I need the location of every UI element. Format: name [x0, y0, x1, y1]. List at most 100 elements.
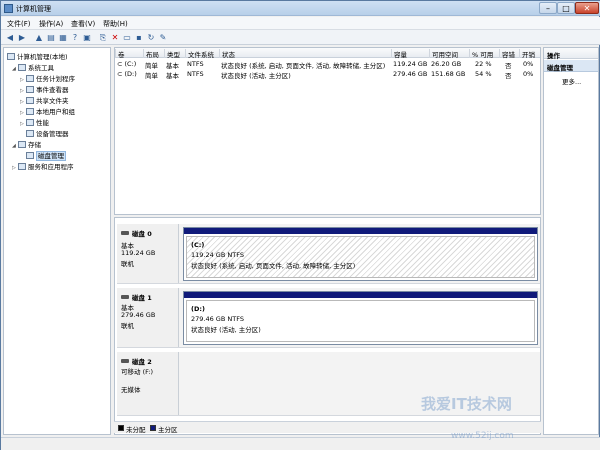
- event-log-icon: [26, 86, 34, 93]
- actions-pane: 操作 磁盘管理 更多...: [543, 47, 599, 435]
- disk-status: 无媒体: [121, 386, 141, 394]
- free-space-cell: 26.20 GB: [431, 60, 462, 68]
- percent-free-cell: 54 %: [475, 70, 492, 78]
- properties-icon[interactable]: ▦: [58, 33, 68, 43]
- partition-bar: [184, 228, 537, 234]
- actions-header: 操作: [544, 48, 598, 60]
- back-icon[interactable]: ◀: [5, 33, 15, 43]
- partition-d[interactable]: (D:) 279.46 GB NTFS 状态良好 (活动, 主分区): [183, 291, 538, 345]
- menu-action[interactable]: 操作(A): [39, 19, 63, 29]
- save-icon[interactable]: ▪: [134, 33, 144, 43]
- device-icon: [26, 130, 34, 137]
- menu-file[interactable]: 文件(F): [7, 19, 31, 29]
- tree-event-viewer[interactable]: ▷ 事件查看器: [20, 84, 69, 94]
- storage-icon: [18, 141, 26, 148]
- tree-task-scheduler[interactable]: ▷ 任务计划程序: [20, 73, 75, 83]
- column-header-overhead[interactable]: 开销: [519, 49, 540, 59]
- table-row[interactable]: ⊂ (D:) 简单 基本 NTFS 状态良好 (活动, 主分区) 279.46 …: [115, 69, 540, 80]
- tree-system-tools[interactable]: ◢ 系统工具: [12, 62, 54, 72]
- export-icon[interactable]: ⎘: [98, 33, 108, 43]
- disk-info: 磁盘 1 基本 279.46 GB 联机: [117, 288, 179, 347]
- volume-list: 卷 布局 类型 文件系统 状态 容量 可用空间 % 可用 容错 开销 ⊂ (C:…: [114, 47, 541, 215]
- disk-row[interactable]: 磁盘 1 基本 279.46 GB 联机 (D:) 279.46 GB NTFS…: [117, 288, 540, 348]
- column-header-percent-free[interactable]: % 可用: [469, 49, 499, 59]
- hard-disk-icon: [121, 231, 129, 235]
- removable-disk-icon: [121, 359, 129, 363]
- partition-body: (C:) 119.24 GB NTFS 状态良好 (系统, 启动, 页面文件, …: [186, 236, 535, 278]
- column-header-layout[interactable]: 布局: [143, 49, 164, 59]
- partition-name: (C:): [191, 241, 205, 249]
- console-icon[interactable]: ▣: [82, 33, 92, 43]
- watermark-url: www.52ij.com: [451, 431, 514, 441]
- help-icon[interactable]: ?: [70, 33, 80, 43]
- users-icon: [26, 108, 34, 115]
- legend-swatch-unallocated: [118, 425, 124, 431]
- title-bar: 计算机管理 – □ ✕: [1, 1, 600, 16]
- legend-swatch-primary: [150, 425, 156, 431]
- disk-row[interactable]: 磁盘 0 基本 119.24 GB 联机 (C:) 119.24 GB NTFS…: [117, 224, 540, 284]
- menu-help[interactable]: 帮助(H): [103, 19, 128, 29]
- capacity-cell: 119.24 GB: [393, 60, 428, 68]
- partition-c[interactable]: (C:) 119.24 GB NTFS 状态良好 (系统, 启动, 页面文件, …: [183, 227, 538, 281]
- shared-folder-icon: [26, 97, 34, 104]
- forward-icon[interactable]: ▶: [17, 33, 27, 43]
- up-folder-icon[interactable]: ▲: [34, 33, 44, 43]
- tree-performance[interactable]: ▷ 性能: [20, 117, 49, 127]
- actions-section-disk-management[interactable]: 磁盘管理: [544, 60, 598, 72]
- status-cell: 状态良好 (活动, 主分区): [221, 72, 291, 80]
- delete-icon[interactable]: ✕: [110, 33, 120, 43]
- refresh-icon[interactable]: ↻: [146, 33, 156, 43]
- column-header-free-space[interactable]: 可用空间: [429, 49, 469, 59]
- disk-info: 磁盘 0 基本 119.24 GB 联机: [117, 224, 179, 283]
- partition-bar: [184, 292, 537, 298]
- app-window: 计算机管理 – □ ✕ 文件(F) 操作(A) 查看(V) 帮助(H) ◀ ▶ …: [0, 0, 600, 450]
- table-row[interactable]: ⊂ (C:) 简单 基本 NTFS 状态良好 (系统, 启动, 页面文件, 活动…: [115, 59, 540, 70]
- wizard-icon[interactable]: ✎: [158, 33, 168, 43]
- tree-shared-folders[interactable]: ▷ 共享文件夹: [20, 95, 69, 105]
- overhead-cell: 0%: [523, 60, 534, 68]
- column-header-type[interactable]: 类型: [164, 49, 185, 59]
- tree-services-apps[interactable]: ▷ 服务和应用程序: [12, 161, 74, 171]
- tools-icon: [18, 64, 26, 71]
- layout-cell: 简单: [145, 72, 158, 80]
- partition-size: 119.24 GB NTFS: [191, 251, 244, 259]
- computer-icon: [7, 53, 15, 60]
- filesystem-cell: NTFS: [187, 60, 204, 68]
- disk-status: 联机: [121, 260, 134, 268]
- tree-local-users[interactable]: ▷ 本地用户和组: [20, 106, 75, 116]
- window-title: 计算机管理: [16, 5, 51, 13]
- disk-info: 磁盘 2 可移动 (F:) 无媒体: [117, 352, 179, 415]
- tree-storage[interactable]: ◢ 存储: [12, 139, 41, 149]
- tree-disk-management[interactable]: 磁盘管理: [26, 150, 66, 161]
- menu-view[interactable]: 查看(V): [71, 19, 95, 29]
- more-actions-link[interactable]: 更多...: [562, 76, 581, 86]
- clock-icon: [26, 75, 34, 82]
- legend-unallocated: 未分配: [126, 426, 146, 434]
- show-tree-icon[interactable]: ▤: [46, 33, 56, 43]
- capacity-cell: 279.46 GB: [393, 70, 428, 78]
- column-header-capacity[interactable]: 容量: [391, 49, 429, 59]
- disk-name: 磁盘 2: [121, 356, 152, 366]
- partition-size: 279.46 GB NTFS: [191, 315, 244, 323]
- maximize-button[interactable]: □: [557, 2, 575, 14]
- fault-tolerance-cell: 否: [505, 72, 512, 80]
- tree-root[interactable]: 计算机管理(本地): [7, 51, 68, 61]
- menu-bar: 文件(F) 操作(A) 查看(V) 帮助(H): [1, 17, 600, 30]
- tree-device-manager[interactable]: 设备管理器: [26, 128, 69, 138]
- open-folder-icon[interactable]: ▭: [122, 33, 132, 43]
- column-header-fault-tolerance[interactable]: 容错: [499, 49, 519, 59]
- partition-status: 状态良好 (活动, 主分区): [191, 326, 261, 334]
- disk-status: 联机: [121, 322, 134, 330]
- partition-name: (D:): [191, 305, 205, 313]
- minimize-button[interactable]: –: [539, 2, 557, 14]
- disk-type: 可移动 (F:): [121, 368, 154, 376]
- disk-icon: [26, 152, 34, 159]
- column-header-volume[interactable]: 卷: [115, 49, 143, 59]
- column-header-filesystem[interactable]: 文件系统: [185, 49, 219, 59]
- volume-list-header: 卷 布局 类型 文件系统 状态 容量 可用空间 % 可用 容错 开销: [115, 48, 540, 59]
- column-header-status[interactable]: 状态: [219, 49, 391, 59]
- close-button[interactable]: ✕: [575, 2, 599, 14]
- performance-icon: [26, 119, 34, 126]
- hard-disk-icon: [121, 295, 129, 299]
- disk-size: 279.46 GB: [121, 311, 156, 319]
